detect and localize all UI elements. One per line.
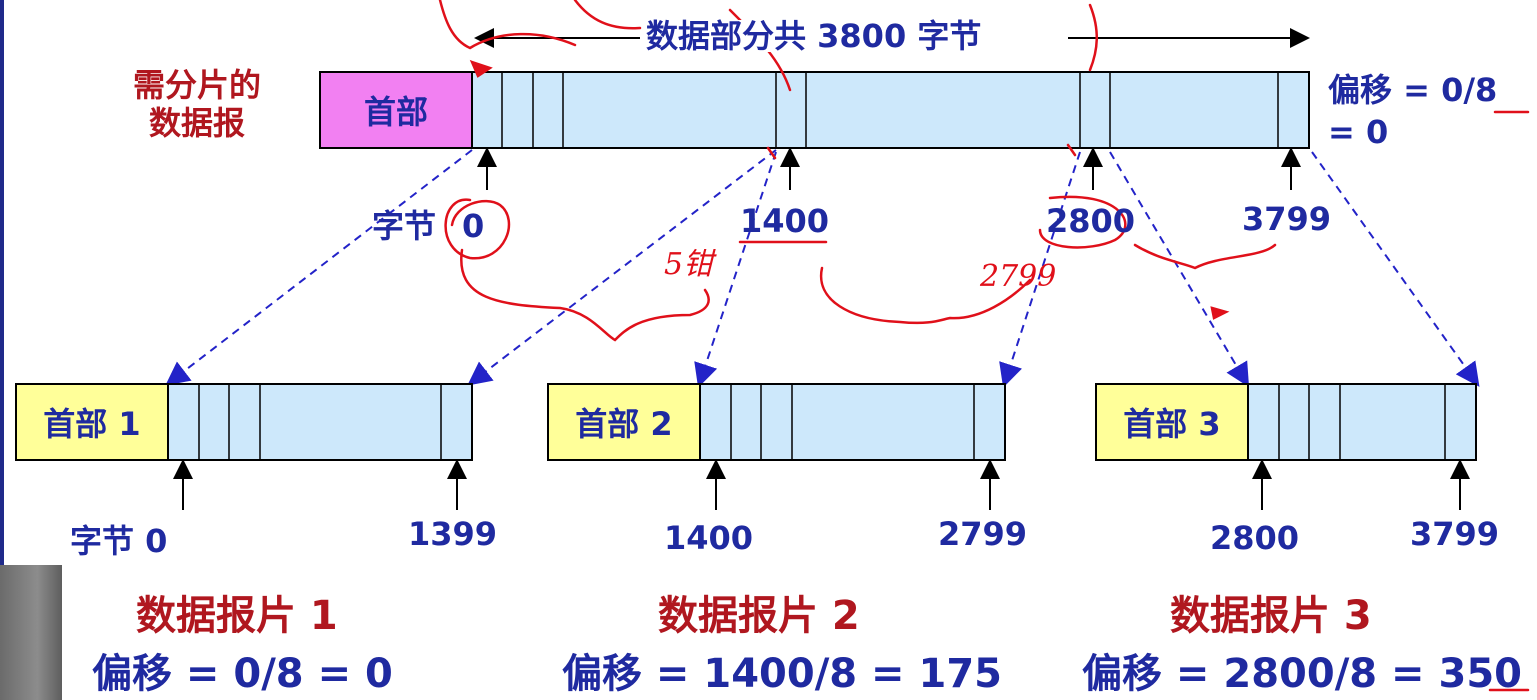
total-data-length-label: 数据部分共 3800 字节 [642, 20, 986, 52]
mapping-line [1311, 151, 1480, 387]
mapping-lines [165, 149, 1480, 388]
byte-prefix-label: 字节 [372, 207, 437, 245]
byte-2800-label: 2800 [1046, 202, 1136, 240]
handwritten-note-2: 2799 [980, 259, 1057, 294]
fragment-2-end-byte-label: 2799 [938, 515, 1028, 553]
ink-scribble [438, 0, 577, 50]
byte-0-label: 0 [462, 207, 485, 245]
fragment-2-data-box [699, 383, 1006, 461]
fragment-3-title: 数据报片 3 [1170, 593, 1372, 639]
ink-dot [766, 146, 777, 160]
original-offset-line1: 偏移 = 0/8 [1328, 71, 1498, 109]
fragment-2-title: 数据报片 2 [658, 593, 860, 639]
fragment-1-end-byte-label: 1399 [408, 515, 498, 553]
mapping-line [165, 149, 473, 386]
mapping-line [1109, 151, 1250, 388]
ink-brace-3 [1133, 243, 1277, 270]
fragment-2-offset: 偏移 = 1400/8 = 175 [562, 651, 1002, 697]
original-header-label: 首部 [363, 93, 428, 131]
fragment-2-header-label: 首部 2 [575, 405, 673, 443]
fragment-2-start-byte-label: 1400 [664, 519, 754, 557]
fragment-1-start-byte-label: 字节 0 [70, 522, 168, 560]
ink-dot [1210, 306, 1230, 320]
ink-scribble [573, 0, 642, 30]
byte-3799-label: 3799 [1242, 200, 1332, 238]
fragment-1-offset: 偏移 = 0/8 = 0 [92, 651, 393, 697]
fragment-1-title: 数据报片 1 [136, 593, 338, 639]
fragment-3-data-box [1247, 383, 1477, 461]
fragment-3-end-byte-label: 3799 [1410, 515, 1500, 553]
handwritten-note-1: 5钳 [664, 247, 714, 282]
fragment-1-header-label: 首部 1 [43, 405, 141, 443]
byte-1400-label: 1400 [740, 202, 830, 240]
fragment-3-header-label: 首部 3 [1123, 405, 1221, 443]
mapping-line [467, 149, 777, 386]
fragment-1-data-box [167, 383, 473, 461]
fragment-3-offset: 偏移 = 2800/8 = 350 [1082, 651, 1522, 697]
fragment-3-start-byte-label: 2800 [1210, 519, 1300, 557]
original-offset-line2: = 0 [1328, 113, 1389, 151]
original-data-box [471, 71, 1310, 149]
original-datagram-caption: 需分片的 数据报 [132, 66, 261, 143]
